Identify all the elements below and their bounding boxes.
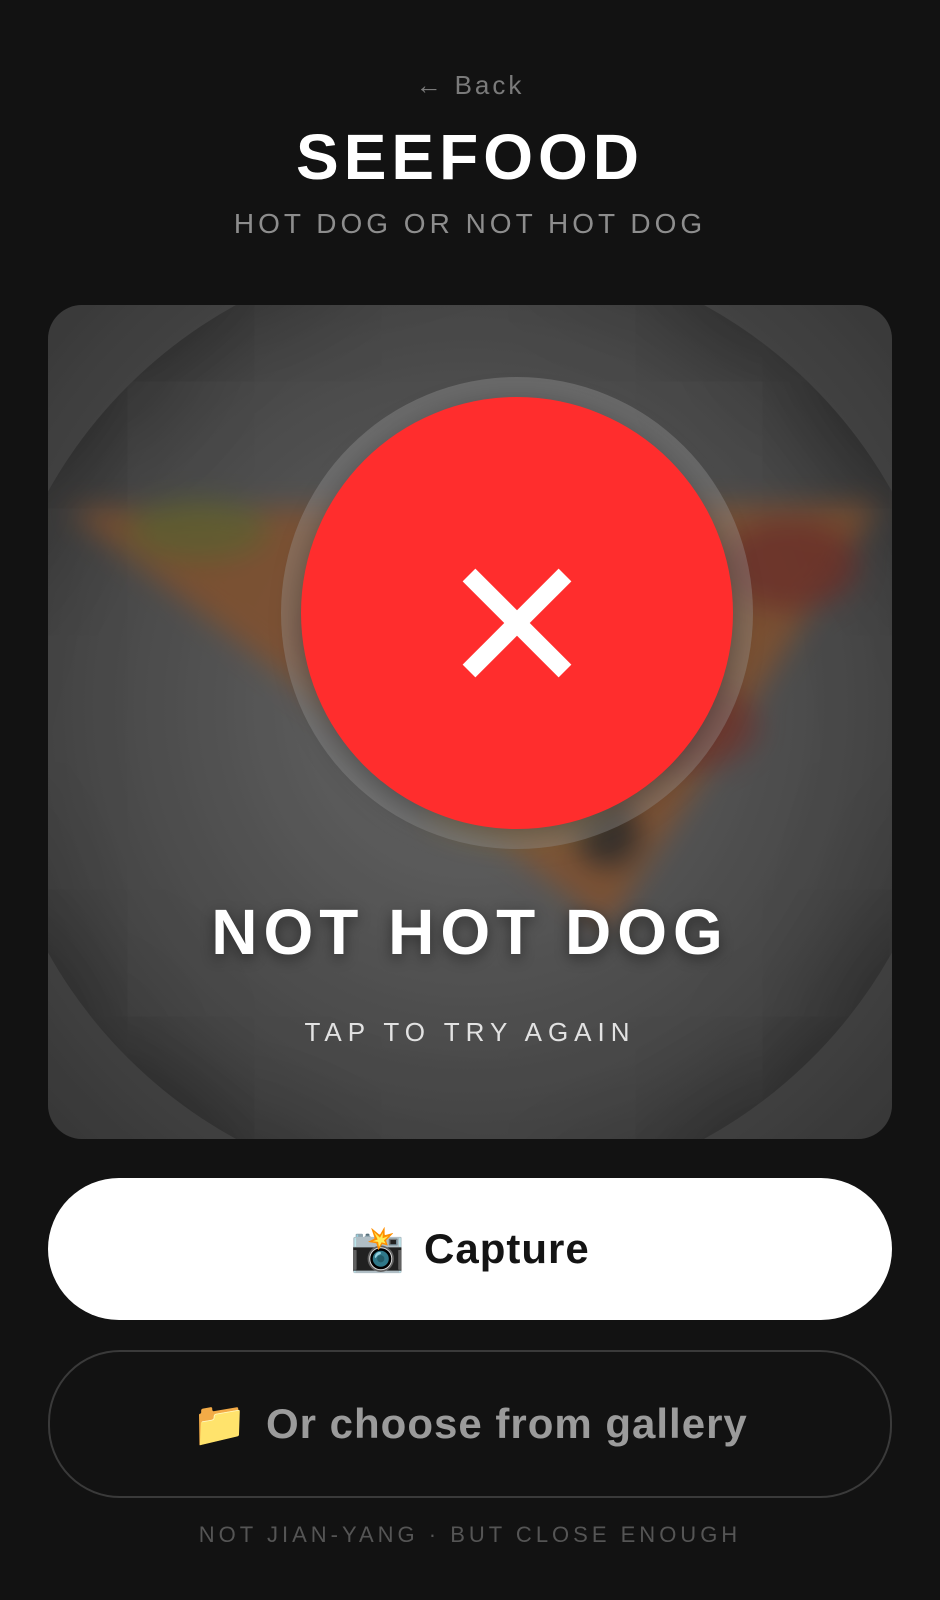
app-subtitle: HOT DOG OR NOT HOT DOG — [233, 208, 707, 239]
back-label: Back — [454, 70, 525, 100]
arrow-left-icon: ← — [415, 70, 445, 100]
gallery-label: Or choose from gallery — [265, 1400, 748, 1447]
footer-tagline: NOT JIAN-YANG · BUT CLOSE ENOUGH — [198, 1522, 742, 1547]
close-icon — [462, 568, 572, 678]
verdict-label: NOT HOT DOG — [211, 896, 729, 968]
verdict-badge — [281, 377, 753, 849]
app-title: SEEFOOD — [296, 121, 644, 193]
camera-flash-icon: 📸 — [350, 1225, 407, 1274]
folder-icon: 📁 — [192, 1400, 248, 1449]
back-button[interactable]: ← Back — [0, 70, 940, 101]
capture-label: Capture — [424, 1225, 590, 1272]
capture-button[interactable]: 📸 Capture — [48, 1178, 892, 1320]
retry-hint[interactable]: TAP TO TRY AGAIN — [48, 1017, 892, 1048]
verdict-circle — [301, 397, 733, 829]
result-card[interactable]: NOT HOT DOG TAP TO TRY AGAIN — [48, 305, 892, 1139]
gallery-button[interactable]: 📁 Or choose from gallery — [48, 1350, 892, 1498]
